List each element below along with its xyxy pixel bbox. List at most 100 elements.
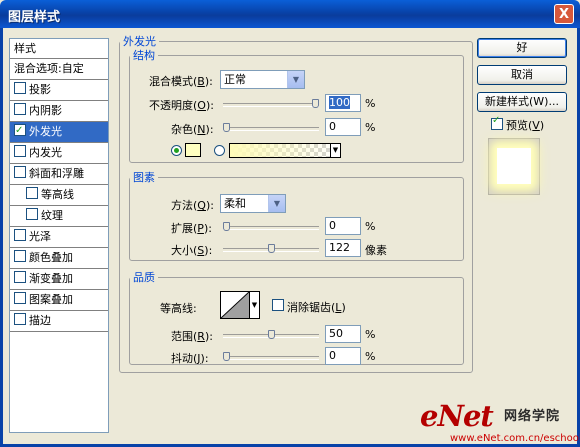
size-slider-thumb[interactable] [267,244,275,253]
style-list-item-label: 描边 [29,314,51,327]
style-list-item-label: 等高线 [41,188,74,201]
style-list-item-label: 图案叠加 [29,293,73,306]
title-bar: 图层样式 X [0,0,580,28]
chevron-down-icon[interactable]: ▼ [250,291,260,319]
spread-label: 扩展(P): [171,222,212,235]
ok-button[interactable]: 好 [477,38,567,58]
preview-glow-square [497,148,531,184]
style-list: 样式 混合选项:自定投影内阴影外发光内发光斜面和浮雕等高线纹理光泽颜色叠加渐变叠… [9,38,109,433]
style-checkbox[interactable] [14,145,26,157]
style-checkbox[interactable] [14,103,26,115]
style-checkbox[interactable] [14,166,26,178]
window-title: 图层样式 [8,10,61,25]
size-slider[interactable] [223,244,319,253]
new-style-button[interactable]: 新建样式(W)... [477,92,567,112]
watermark-brand: eNet [420,399,494,433]
style-checkbox[interactable] [14,229,26,241]
blend-mode-select[interactable]: 正常 ▼ [220,70,305,89]
style-preview-thumbnail [488,138,540,195]
style-list-item[interactable]: 内发光 [10,143,108,164]
spread-input[interactable]: 0 [325,217,361,235]
noise-input[interactable]: 0 [325,118,361,136]
jitter-label: 抖动(J): [171,352,209,365]
technique-label: 方法(Q): [171,199,214,212]
style-checkbox[interactable] [14,82,26,94]
style-list-item-label: 光泽 [29,230,51,243]
style-list-item-label: 颜色叠加 [29,251,73,264]
solid-color-radio[interactable] [171,145,182,156]
technique-value: 柔和 [224,197,246,210]
style-list-item[interactable]: 颜色叠加 [10,248,108,269]
elements-title: 图素 [133,171,155,184]
spread-slider[interactable] [223,222,319,231]
style-list-item[interactable]: 渐变叠加 [10,269,108,290]
jitter-slider[interactable] [223,352,319,361]
style-list-item[interactable]: 混合选项:自定 [10,59,108,80]
enet-watermark: eNet 网络学院 www.eNet.com.cn/eschool [420,399,580,447]
jitter-slider-thumb[interactable] [223,352,230,361]
opacity-label: 不透明度(O): [149,99,214,112]
style-list-item-label: 混合选项:自定 [14,62,84,75]
style-list-item[interactable]: 纹理 [10,206,108,227]
style-list-item-label: 渐变叠加 [29,272,73,285]
style-checkbox[interactable] [14,292,26,304]
style-checkbox[interactable] [14,250,26,262]
style-list-header[interactable]: 样式 [10,39,108,59]
opacity-input[interactable]: 100 [325,94,361,112]
watermark-cn: 网络学院 [504,409,561,424]
opacity-slider-thumb[interactable] [312,99,319,108]
jitter-input[interactable]: 0 [325,347,361,365]
style-list-item[interactable]: 描边 [10,311,108,332]
structure-title: 结构 [133,49,155,62]
style-list-item[interactable]: 等高线 [10,185,108,206]
noise-label: 杂色(N): [171,123,214,136]
style-list-item-label: 内发光 [29,146,62,159]
opacity-unit: % [365,97,376,110]
style-list-item[interactable]: 内阴影 [10,101,108,122]
style-list-item[interactable]: 投影 [10,80,108,101]
antialias-checkbox[interactable] [272,299,284,311]
noise-slider-thumb[interactable] [223,123,230,132]
style-list-item[interactable]: 斜面和浮雕 [10,164,108,185]
chevron-down-icon: ▼ [268,195,285,212]
style-checkbox[interactable] [26,187,38,199]
glow-color-swatch[interactable] [185,143,201,157]
technique-select[interactable]: 柔和 ▼ [220,194,286,213]
range-slider[interactable] [223,330,319,339]
spread-slider-thumb[interactable] [223,222,230,231]
noise-unit: % [365,121,376,134]
range-label: 范围(R): [171,330,213,343]
size-unit: 像素 [365,244,387,257]
contour-curve-icon [221,292,249,318]
style-list-item[interactable]: 外发光 [10,121,108,143]
style-checkbox[interactable] [14,271,26,283]
contour-label: 等高线: [160,302,197,315]
blend-mode-label: 混合模式(B): [149,75,213,88]
gradient-radio[interactable] [214,145,225,156]
style-list-item[interactable]: 图案叠加 [10,290,108,311]
style-list-item-label: 内阴影 [29,104,62,117]
style-list-item[interactable]: 光泽 [10,227,108,248]
close-button[interactable]: X [554,4,574,24]
range-slider-thumb[interactable] [267,330,275,339]
chevron-down-icon: ▼ [287,71,304,88]
contour-picker[interactable] [220,291,250,319]
blend-mode-value: 正常 [224,73,246,86]
range-input[interactable]: 50 [325,325,361,343]
style-checkbox[interactable] [14,121,26,141]
antialias-label: 消除锯齿(L) [287,301,346,314]
style-list-item-label: 投影 [29,83,51,96]
preview-checkbox[interactable] [491,115,503,130]
glow-gradient-picker[interactable]: ▼ [229,143,341,158]
style-list-item-label: 外发光 [29,125,62,138]
size-input[interactable]: 122 [325,239,361,257]
style-list-item-label: 斜面和浮雕 [29,167,84,180]
style-list-item-label: 纹理 [41,209,63,222]
watermark-url: www.eNet.com.cn/eschool [450,433,580,444]
noise-slider[interactable] [223,123,319,132]
opacity-slider[interactable] [223,99,319,108]
style-checkbox[interactable] [26,208,38,220]
cancel-button[interactable]: 取消 [477,65,567,85]
preview-label: 预览(V) [506,119,545,132]
style-checkbox[interactable] [14,313,26,325]
